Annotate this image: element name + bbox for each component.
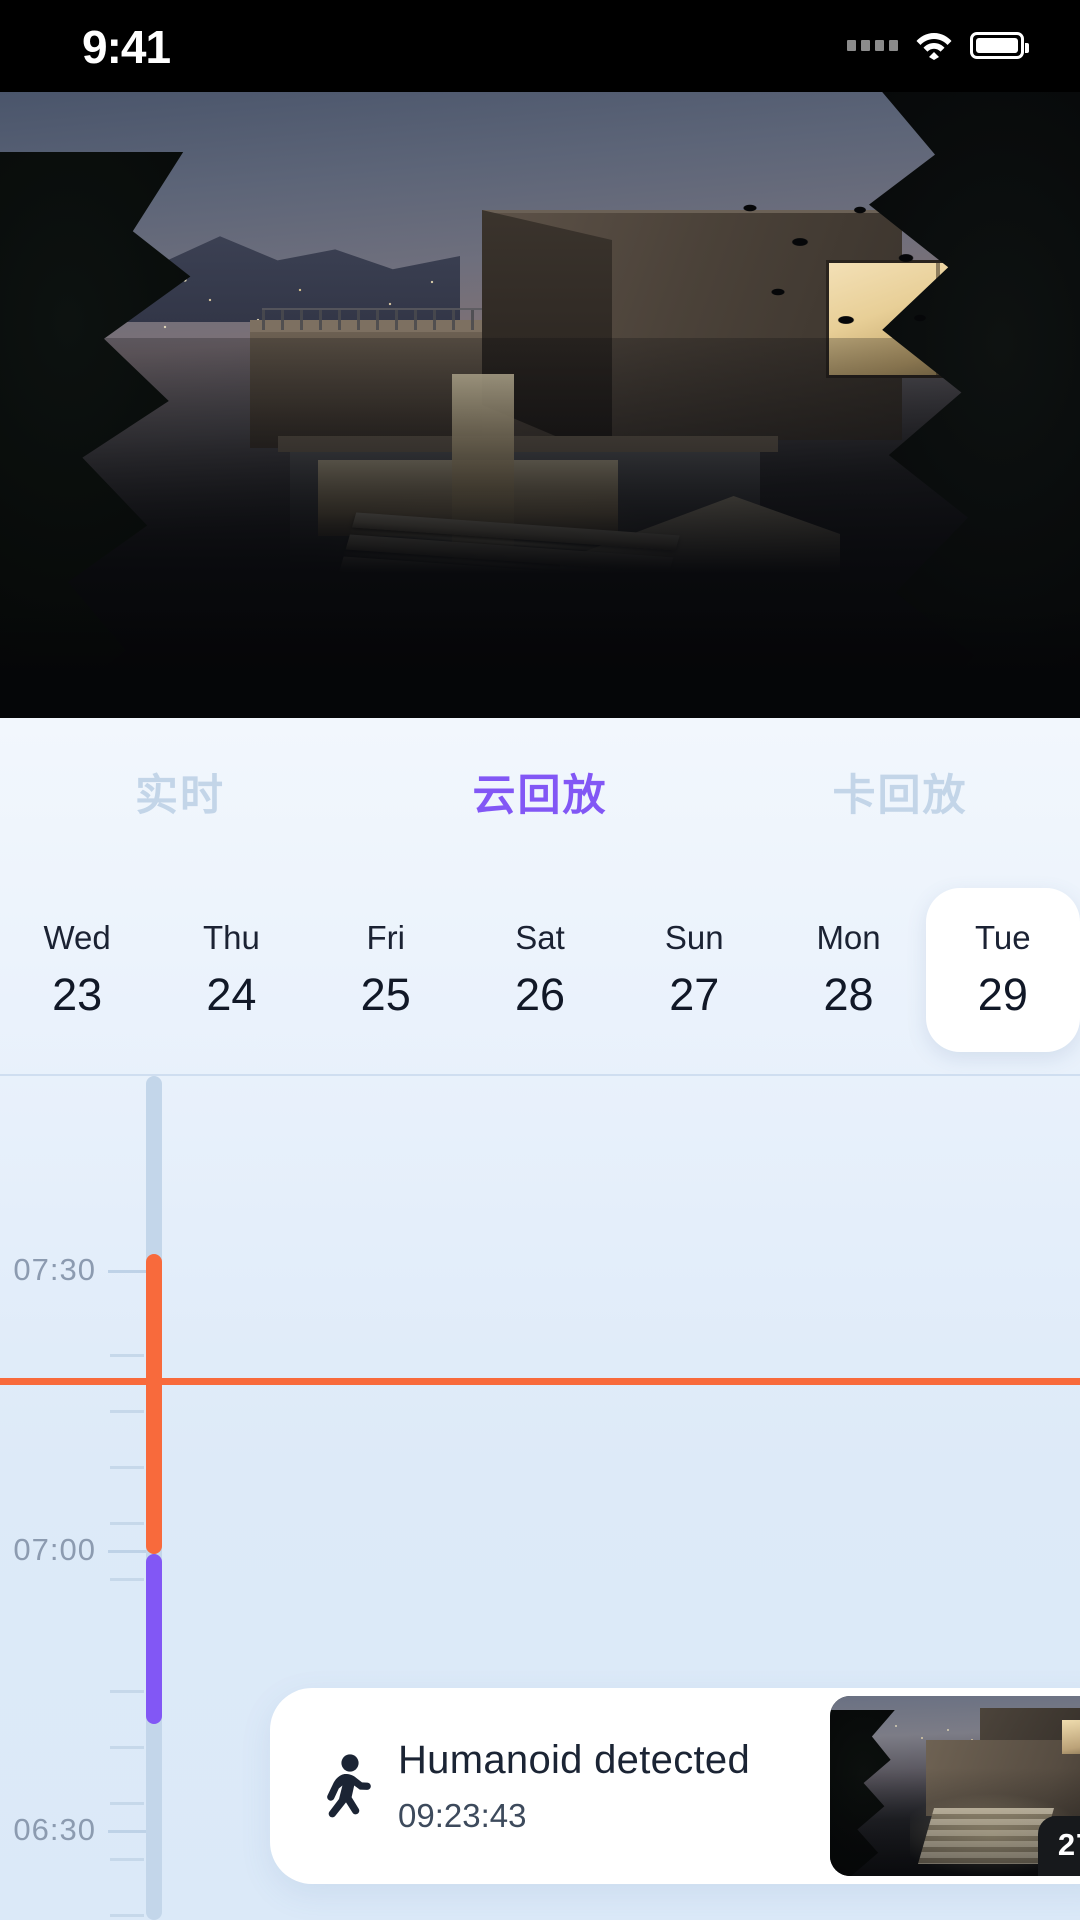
video-bottom-vignette: [0, 608, 1080, 718]
video-branch-overlay: [730, 188, 960, 368]
timeline-tick: [110, 1466, 144, 1469]
event-duration-badge: 27": [1038, 1816, 1080, 1876]
wifi-icon: [915, 30, 953, 60]
date-item-25[interactable]: Fri 25: [309, 888, 463, 1052]
date-day: 28: [824, 969, 874, 1021]
date-item-23[interactable]: Wed 23: [0, 888, 154, 1052]
timeline-tick: [110, 1410, 144, 1413]
date-item-29-selected[interactable]: Tue 29: [926, 888, 1080, 1052]
date-day: 27: [669, 969, 719, 1021]
timeline-tick: [110, 1858, 144, 1861]
playback-panel: 实时 云回放 卡回放 Wed 23 Thu 24 Fri 25 Sat 26: [0, 718, 1080, 1920]
date-dow: Wed: [44, 919, 111, 957]
timeline-playhead[interactable]: [0, 1378, 1080, 1385]
date-day: 26: [515, 969, 565, 1021]
event-thumbnail[interactable]: 27": [830, 1696, 1080, 1876]
date-item-26[interactable]: Sat 26: [463, 888, 617, 1052]
camera-video-view[interactable]: [0, 92, 1080, 718]
event-text-block: Humanoid detected 09:23:43: [398, 1738, 820, 1835]
timeline-tick: [110, 1354, 144, 1357]
date-day: 25: [361, 969, 411, 1021]
walking-person-icon: [314, 1754, 372, 1818]
playback-tabs: 实时 云回放 卡回放: [0, 718, 1080, 866]
timeline-segment-orange[interactable]: [146, 1254, 162, 1554]
date-dow: Mon: [816, 919, 880, 957]
date-item-27[interactable]: Sun 27: [617, 888, 771, 1052]
date-day: 23: [52, 969, 102, 1021]
date-day: 29: [978, 969, 1028, 1021]
timeline-tick: [110, 1690, 144, 1693]
battery-icon: [970, 32, 1024, 59]
timeline-tick-major: [108, 1270, 146, 1273]
date-day: 24: [206, 969, 256, 1021]
date-item-24[interactable]: Thu 24: [154, 888, 308, 1052]
phone-screen: 9:41: [0, 0, 1080, 1920]
status-time: 9:41: [82, 20, 170, 74]
status-icons: [847, 30, 1024, 60]
date-dow: Tue: [975, 919, 1031, 957]
timeline-segment-purple[interactable]: [146, 1554, 162, 1724]
date-selector: Wed 23 Thu 24 Fri 25 Sat 26 Sun 27 Mon 2…: [0, 866, 1080, 1074]
event-title: Humanoid detected: [398, 1738, 820, 1783]
signal-dots-icon: [847, 40, 898, 51]
timeline-label-0730: 07:30: [13, 1252, 96, 1288]
date-dow: Fri: [366, 919, 404, 957]
timeline-tick: [110, 1522, 144, 1525]
date-item-28[interactable]: Mon 28: [771, 888, 925, 1052]
timeline-tick: [110, 1578, 144, 1581]
event-time: 09:23:43: [398, 1797, 820, 1835]
timeline-label-0630: 06:30: [13, 1812, 96, 1848]
event-timeline[interactable]: 07:30 07:00 06:30 Humanoid detected: [0, 1076, 1080, 1920]
timeline-tick: [110, 1914, 144, 1917]
event-card-active[interactable]: Humanoid detected 09:23:43 27": [270, 1688, 1080, 1884]
date-dow: Sun: [665, 919, 724, 957]
tab-cloud-playback[interactable]: 云回放: [360, 761, 720, 823]
date-dow: Sat: [515, 919, 565, 957]
timeline-tick: [110, 1802, 144, 1805]
tab-live[interactable]: 实时: [0, 761, 360, 823]
timeline-tick-major: [108, 1830, 146, 1833]
timeline-tick: [110, 1746, 144, 1749]
timeline-label-0700: 07:00: [13, 1532, 96, 1568]
date-dow: Thu: [203, 919, 260, 957]
status-bar: 9:41: [0, 0, 1080, 92]
tab-card-playback[interactable]: 卡回放: [720, 761, 1080, 823]
timeline-tick-major: [108, 1550, 146, 1553]
